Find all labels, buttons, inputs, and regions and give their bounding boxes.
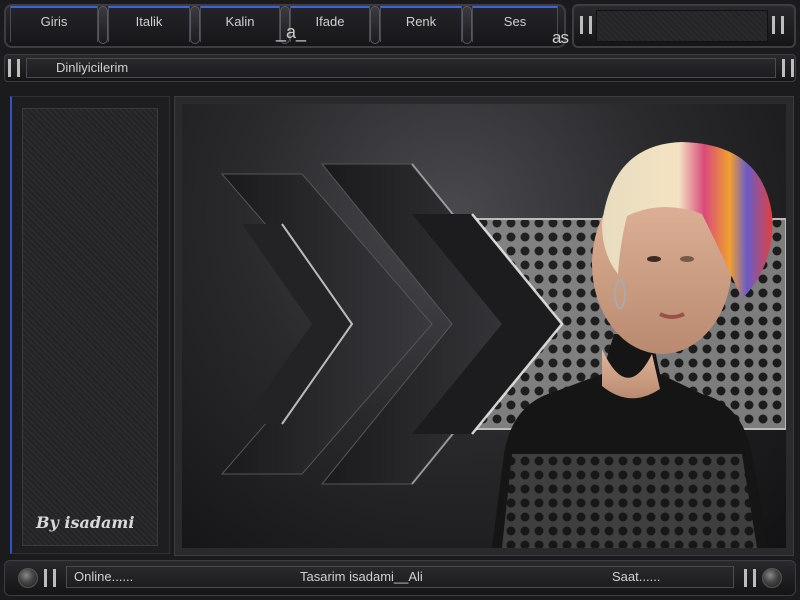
round-knob-icon[interactable] <box>762 568 782 588</box>
side-panel-content <box>22 108 158 546</box>
tab-renk[interactable]: Renk <box>380 6 462 42</box>
pause-icon[interactable] <box>772 16 784 34</box>
nav-separator <box>370 6 380 44</box>
nav-separator <box>462 6 472 44</box>
tab-label: Kalin <box>225 13 255 29</box>
design-credit: Tasarim isadami__Ali <box>300 569 423 584</box>
pause-icon[interactable] <box>744 569 756 587</box>
round-knob-icon[interactable] <box>18 568 38 588</box>
tab-label: Italik <box>135 13 163 29</box>
tab-label: Ses <box>503 13 527 29</box>
nav-separator <box>190 6 200 44</box>
clock-display: Saat...... <box>612 569 661 584</box>
media-display <box>596 10 768 42</box>
signature-logo: By isadami <box>36 513 135 532</box>
pause-icon[interactable] <box>782 59 794 77</box>
pause-icon[interactable] <box>580 16 592 34</box>
tab-label: Giris <box>40 13 68 29</box>
decor-as-glyph: as <box>552 28 569 47</box>
tab-ses[interactable]: Ses <box>472 6 558 42</box>
pause-icon[interactable] <box>8 59 20 77</box>
decor-at-glyph: _a_ <box>276 22 307 42</box>
banner-artwork <box>220 142 786 548</box>
banner-image <box>182 104 786 548</box>
online-status: Online...... <box>74 569 134 584</box>
tab-kalin[interactable]: Kalin <box>200 6 280 42</box>
tab-italik[interactable]: Italik <box>108 6 190 42</box>
nav-separator <box>98 6 108 44</box>
tab-label: Ifade <box>315 13 345 29</box>
listeners-field[interactable] <box>26 58 776 78</box>
tab-label: Renk <box>405 13 437 29</box>
pause-icon[interactable] <box>44 569 56 587</box>
listeners-label: Dinliyicilerim <box>56 60 129 75</box>
tab-giris[interactable]: Giris <box>10 6 98 42</box>
